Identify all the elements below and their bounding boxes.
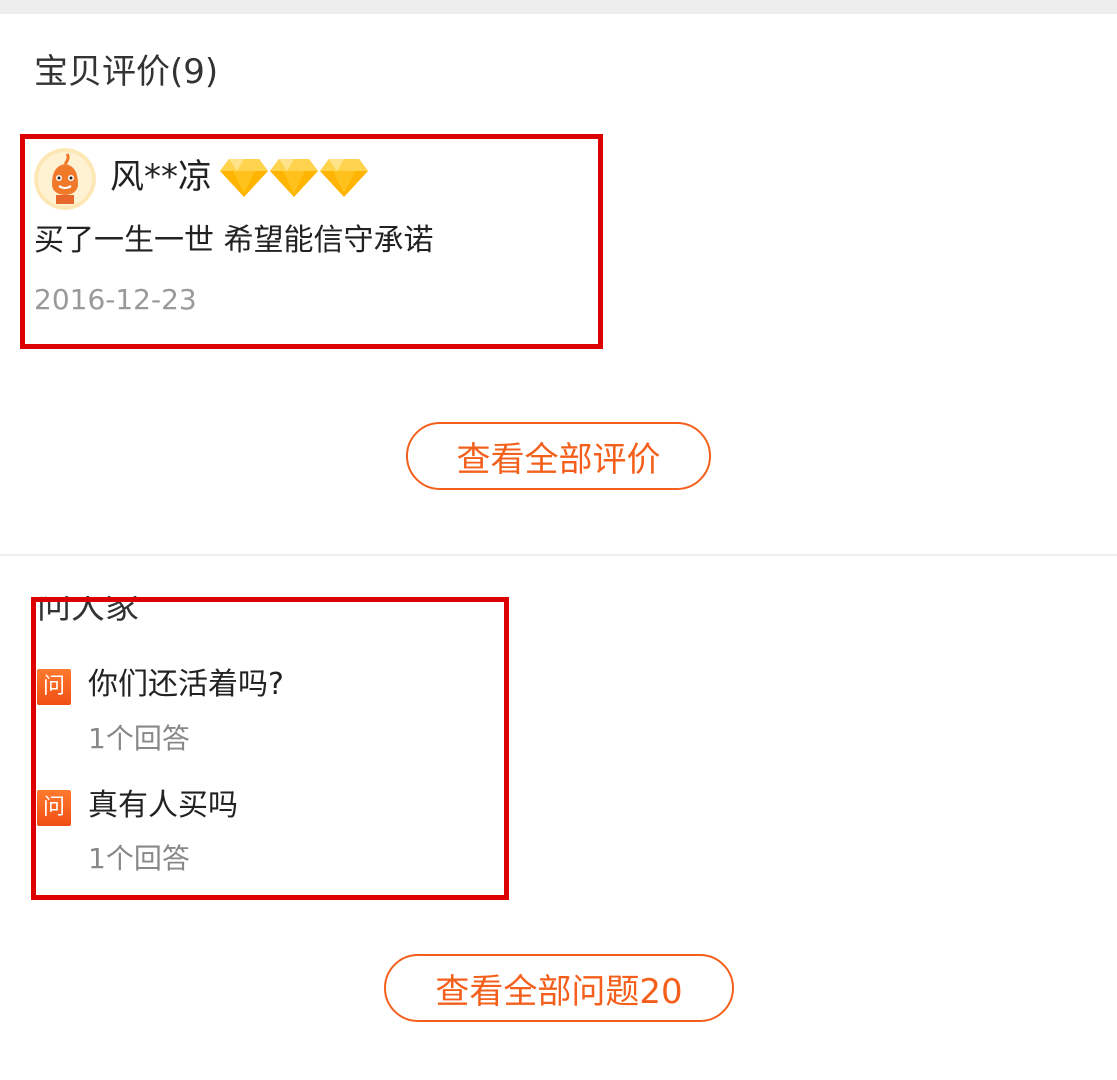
- view-all-questions-button[interactable]: 查看全部问题20: [384, 954, 734, 1022]
- view-all-reviews-button[interactable]: 查看全部评价: [406, 422, 711, 490]
- reviews-section-title: 宝贝评价(9): [34, 52, 219, 92]
- section-divider: [0, 554, 1117, 556]
- questions-highlight-box: [31, 597, 509, 900]
- top-divider-strip: [0, 0, 1117, 14]
- review-highlight-box: [20, 134, 603, 349]
